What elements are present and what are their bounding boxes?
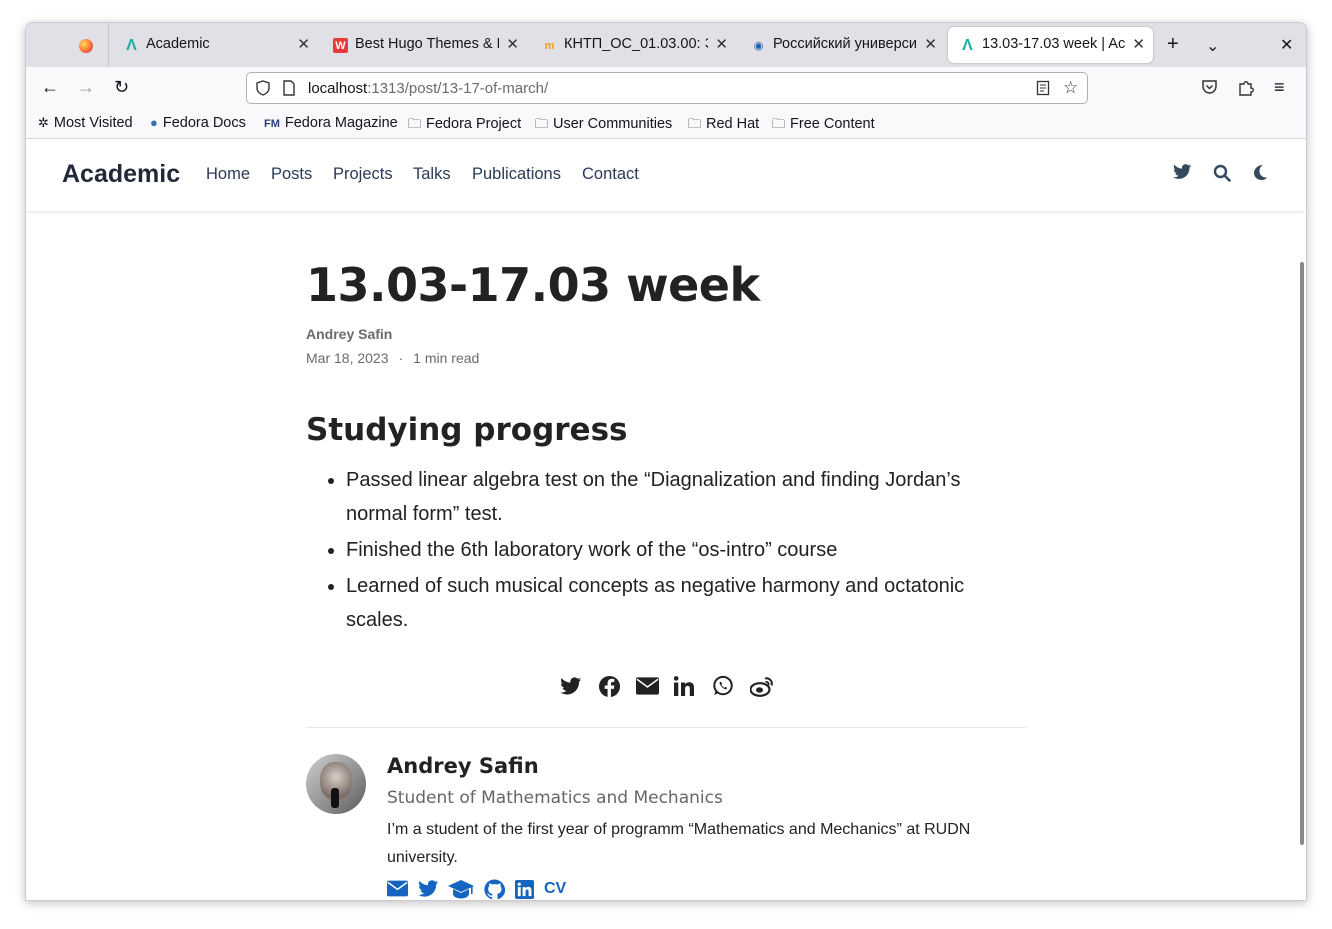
url-bar[interactable]: localhost:1313/post/13-17-of-march/ ☆ <box>246 72 1088 104</box>
tab-list-chevron-down-icon[interactable]: ⌄ <box>1206 36 1219 56</box>
forward-arrow-icon[interactable]: → <box>77 78 95 96</box>
list-item: Passed linear algebra test on the “Diagn… <box>346 463 1026 531</box>
extensions-puzzle-icon[interactable] <box>1238 79 1254 99</box>
author-email-icon[interactable] <box>387 878 409 900</box>
firefox-icon <box>79 39 93 53</box>
close-window-icon[interactable]: ✕ <box>1280 35 1293 55</box>
share-linkedin-icon[interactable] <box>674 674 700 700</box>
folder-icon: 🗀 <box>688 115 701 137</box>
post-title: 13.03-17.03 week <box>306 258 760 312</box>
post-author[interactable]: Andrey Safin <box>306 326 392 342</box>
page-scrollbar[interactable] <box>1300 262 1304 845</box>
folder-icon: 🗀 <box>535 115 548 137</box>
reader-view-icon[interactable] <box>1036 80 1050 100</box>
post-date: Mar 18, 2023 <box>306 350 389 366</box>
search-icon[interactable] <box>1213 164 1231 187</box>
moodle-icon: m <box>542 38 557 53</box>
bookmark-fedora-project[interactable]: 🗀Fedora Project <box>408 115 521 137</box>
shield-icon[interactable] <box>255 80 271 100</box>
nav-publications[interactable]: Publications <box>472 165 561 184</box>
bookmark-user-communities[interactable]: 🗀User Communities <box>535 115 672 137</box>
w-logo-icon: W <box>333 38 348 53</box>
tab-kntp[interactable]: m КНТП_ОС_01.03.00: Эт ✕ <box>530 27 736 63</box>
fm-icon: FM <box>264 118 280 130</box>
close-tab-icon[interactable]: ✕ <box>715 35 728 53</box>
nav-home[interactable]: Home <box>206 165 250 184</box>
close-tab-icon[interactable]: ✕ <box>924 35 937 53</box>
read-time: 1 min read <box>413 350 479 366</box>
share-email-icon[interactable] <box>636 674 662 700</box>
share-facebook-icon[interactable] <box>598 674 624 700</box>
tab-rudn[interactable]: ◉ Российский университ ✕ <box>739 27 945 63</box>
author-bio: I’m a student of the first year of progr… <box>387 816 1027 872</box>
page-icon[interactable] <box>282 80 296 100</box>
author-name[interactable]: Andrey Safin <box>387 754 539 778</box>
url-text[interactable]: localhost:1313/post/13-17-of-march/ <box>308 80 548 97</box>
nav-toolbar: ← → ↻ localhost:1313/post/13-17-of-march… <box>26 67 1306 109</box>
list-item: Finished the 6th laboratory work of the … <box>346 533 1026 567</box>
bookmark-fedora-magazine[interactable]: FMFedora Magazine <box>264 115 398 131</box>
author-twitter-icon[interactable] <box>418 878 440 900</box>
bookmark-red-hat[interactable]: 🗀Red Hat <box>688 115 759 137</box>
progress-list: Passed linear algebra test on the “Diagn… <box>346 463 1026 639</box>
dark-mode-moon-icon[interactable] <box>1252 164 1268 186</box>
hamburger-menu-icon[interactable]: ≡ <box>1274 78 1285 96</box>
author-cv-link[interactable]: CV <box>544 880 566 898</box>
meta-separator: · <box>399 350 404 366</box>
section-heading: Studying progress <box>306 412 627 448</box>
academic-a-icon: Λ <box>124 38 139 53</box>
close-tab-icon[interactable]: ✕ <box>1132 35 1145 53</box>
academic-a-icon: Λ <box>960 38 975 53</box>
browser-window: Λ Academic ✕ W Best Hugo Themes & H ✕ m … <box>25 22 1307 901</box>
tab-academic[interactable]: Λ Academic ✕ <box>112 27 318 63</box>
back-arrow-icon[interactable]: ← <box>41 78 59 96</box>
nav-contact[interactable]: Contact <box>582 165 639 184</box>
nav-projects[interactable]: Projects <box>333 165 393 184</box>
new-tab-icon[interactable]: + <box>1167 33 1179 56</box>
bookmark-most-visited[interactable]: ✲Most Visited <box>38 115 133 131</box>
close-tab-icon[interactable]: ✕ <box>297 35 310 53</box>
tab-strip: Λ Academic ✕ W Best Hugo Themes & H ✕ m … <box>26 23 1306 67</box>
share-icons <box>560 674 790 704</box>
gear-icon: ✲ <box>38 115 49 131</box>
share-weibo-icon[interactable] <box>750 674 776 700</box>
pocket-icon[interactable] <box>1201 79 1218 98</box>
post-meta: Mar 18, 2023 · 1 min read <box>306 350 479 366</box>
fedora-icon: ● <box>150 115 158 130</box>
close-tab-icon[interactable]: ✕ <box>506 35 519 53</box>
author-linkedin-icon[interactable] <box>515 878 537 900</box>
nav-posts[interactable]: Posts <box>271 165 312 184</box>
author-github-icon[interactable] <box>484 878 506 900</box>
tab-current-post[interactable]: Λ 13.03-17.03 week | Aca ✕ <box>948 27 1153 63</box>
rudn-logo-icon: ◉ <box>751 38 766 53</box>
bookmark-fedora-docs[interactable]: ●Fedora Docs <box>150 115 246 131</box>
site-header: Academic Home Posts Projects Talks Publi… <box>26 140 1306 211</box>
bookmark-star-icon[interactable]: ☆ <box>1063 78 1078 98</box>
firefox-view-button[interactable] <box>26 23 109 67</box>
bookmarks-bar: ✲Most Visited ●Fedora Docs FMFedora Maga… <box>26 109 1306 139</box>
share-twitter-icon[interactable] <box>560 674 586 700</box>
divider <box>306 727 1026 728</box>
share-whatsapp-icon[interactable] <box>712 674 738 700</box>
tab-hugo-themes[interactable]: W Best Hugo Themes & H ✕ <box>321 27 527 63</box>
folder-icon: 🗀 <box>772 115 785 137</box>
nav-talks[interactable]: Talks <box>413 165 451 184</box>
author-role: Student of Mathematics and Mechanics <box>387 788 723 808</box>
list-item: Learned of such musical concepts as nega… <box>346 569 1026 637</box>
web-page: Academic Home Posts Projects Talks Publi… <box>26 140 1306 901</box>
site-brand[interactable]: Academic <box>62 160 180 189</box>
author-graduation-cap-icon[interactable] <box>448 878 470 900</box>
twitter-icon[interactable] <box>1173 164 1192 185</box>
reload-icon[interactable]: ↻ <box>114 78 129 96</box>
bookmark-free-content[interactable]: 🗀Free Content <box>772 115 875 137</box>
author-avatar <box>306 754 366 814</box>
folder-icon: 🗀 <box>408 115 421 137</box>
